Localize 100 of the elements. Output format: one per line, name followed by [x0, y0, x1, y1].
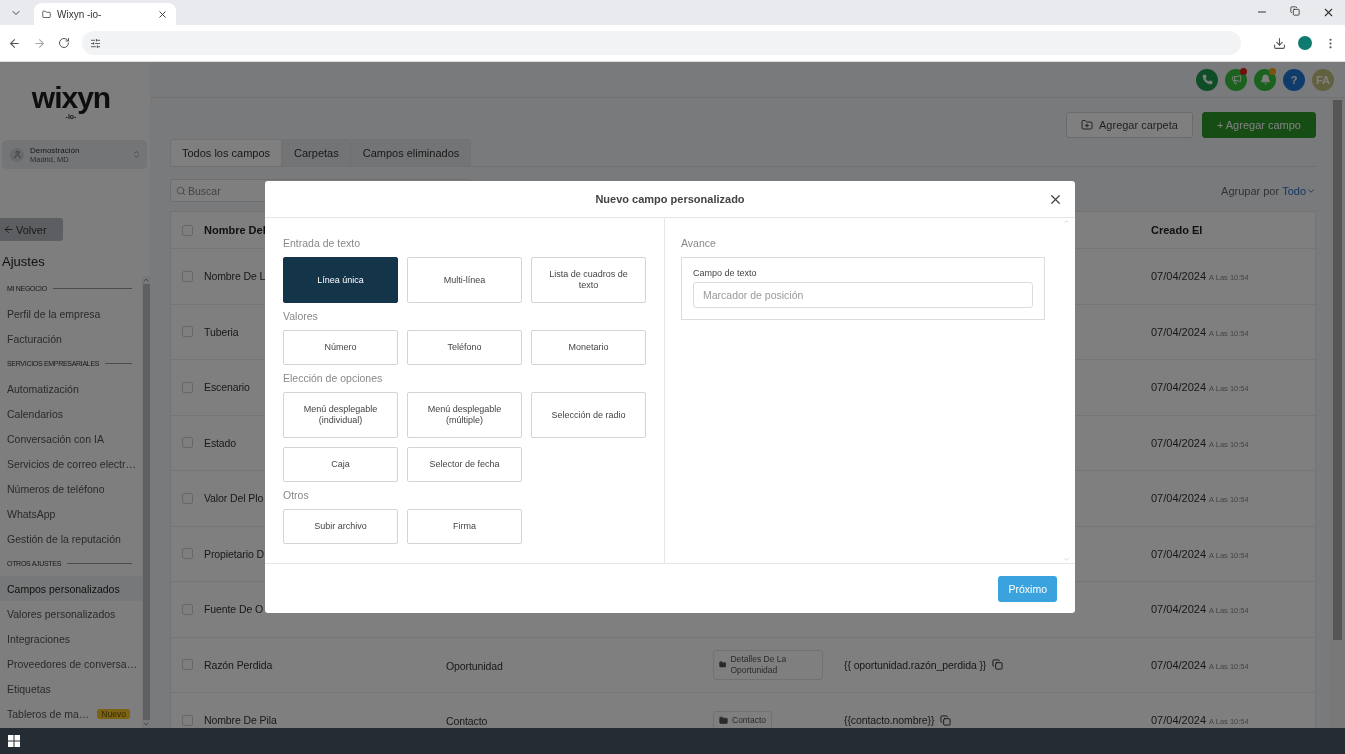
sidebar-item[interactable]: Perfil de la empresa: [0, 301, 142, 326]
table-cell: Razón Perdida: [204, 658, 273, 671]
next-button[interactable]: Próximo: [998, 575, 1057, 602]
date-text: 07/04/2024: [1151, 603, 1207, 616]
date-text: 07/04/2024: [1151, 436, 1207, 449]
scroll-down-icon[interactable]: [1063, 556, 1070, 563]
field-type-option[interactable]: Número: [283, 330, 398, 365]
sidebar-item[interactable]: Integraciones: [0, 626, 142, 651]
date-text: 07/04/2024: [1151, 270, 1207, 283]
bell-button[interactable]: [1254, 68, 1276, 91]
group-by-label: Agrupar por: [1221, 184, 1280, 197]
new-badge: Nuevo: [97, 708, 130, 719]
row-checkbox[interactable]: [182, 714, 193, 726]
search-icon: [176, 185, 186, 196]
copy-icon[interactable]: [940, 714, 952, 726]
folder-plus-icon: [1081, 119, 1093, 131]
sidebar-item[interactable]: Calendarios: [0, 401, 142, 426]
field-type-option[interactable]: Subir archivo: [283, 509, 398, 544]
field-type-option[interactable]: Selección de radio: [531, 392, 646, 438]
sidebar-item[interactable]: Gestión de la reputación: [0, 526, 142, 551]
modal-title: Nuevo campo personalizado: [595, 193, 745, 205]
row-checkbox[interactable]: [182, 659, 193, 671]
sidebar-item[interactable]: WhatsApp: [0, 501, 142, 526]
date-text: 07/04/2024: [1151, 714, 1207, 727]
field-type-option[interactable]: Caja: [283, 447, 398, 482]
download-icon[interactable]: [1273, 36, 1286, 50]
help-button[interactable]: ?: [1283, 68, 1305, 91]
forward-icon[interactable]: [33, 36, 46, 50]
sidebar-item[interactable]: Proveedores de conversa…: [0, 651, 142, 676]
field-type-option[interactable]: Lista de cuadros de texto: [531, 257, 646, 303]
sidebar-item[interactable]: Tableros de ma… Nuevo: [0, 701, 142, 726]
sidebar-scrollbar[interactable]: [142, 276, 150, 728]
tab[interactable]: Campos eliminados: [350, 139, 472, 166]
table-cell: Valor Del Plo: [204, 492, 264, 505]
sidebar-item[interactable]: Conversación con IA: [0, 426, 142, 451]
scroll-down-icon[interactable]: [142, 720, 150, 728]
row-checkbox[interactable]: [182, 492, 193, 504]
preview-input-field[interactable]: Marcador de posición: [693, 282, 1033, 308]
folder-icon: [719, 715, 728, 725]
field-type-option[interactable]: Multi-línea: [407, 257, 522, 303]
date-text: 07/04/2024: [1151, 547, 1207, 560]
section-heading: Elección de opciones: [283, 371, 384, 386]
phone-button[interactable]: [1196, 68, 1218, 91]
windows-logo-icon[interactable]: [8, 735, 20, 747]
date-text: 07/04/2024: [1151, 492, 1207, 505]
field-type-option[interactable]: Teléfono: [407, 330, 522, 365]
add-field-button[interactable]: + Agregar campo: [1201, 112, 1316, 138]
tab[interactable]: Todos los campos: [170, 139, 283, 166]
back-icon[interactable]: [8, 36, 21, 50]
date-text: 07/04/2024: [1151, 325, 1207, 338]
scroll-up-icon[interactable]: [142, 276, 150, 284]
table-cell: Contacto: [446, 715, 488, 728]
field-type-option[interactable]: Menú desplegable (múltiple): [407, 392, 522, 438]
row-checkbox[interactable]: [182, 603, 193, 615]
logo-name: wixyn: [31, 82, 111, 113]
scroll-up-icon[interactable]: [1063, 218, 1070, 225]
table-cell: Nombre De Pila: [204, 714, 277, 727]
person-icon: [10, 147, 24, 162]
table-cell: Oportunidad: [446, 659, 503, 672]
row-checkbox[interactable]: [182, 548, 193, 560]
row-checkbox[interactable]: [182, 381, 193, 393]
modal-scrollbar[interactable]: [1063, 218, 1070, 563]
restore-icon[interactable]: [1290, 6, 1300, 16]
sidebar-item[interactable]: Números de teléfono: [0, 476, 142, 501]
column-header[interactable]: Nombre Del: [204, 224, 266, 236]
tab[interactable]: Carpetas: [282, 139, 351, 166]
field-type-option[interactable]: Línea única: [283, 257, 398, 303]
notification-dot: [1269, 67, 1276, 75]
select-all-checkbox[interactable]: [182, 224, 193, 236]
sidebar-item[interactable]: Facturación: [0, 326, 142, 351]
reload-icon[interactable]: [58, 37, 70, 49]
date-text: 07/04/2024: [1151, 658, 1207, 671]
sidebar-item[interactable]: Automatización: [0, 376, 142, 401]
sidebar-item[interactable]: Servicios de correo electr…: [0, 451, 142, 476]
close-window-icon[interactable]: [1322, 6, 1335, 19]
row-checkbox[interactable]: [182, 270, 193, 282]
close-button[interactable]: [1048, 192, 1063, 207]
browser-tab[interactable]: Wixyn -io-: [34, 3, 176, 25]
field-type-option[interactable]: Selector de fecha: [407, 447, 522, 482]
table-cell: {{ oportunidad.razón_perdida }}: [844, 658, 987, 671]
field-type-option[interactable]: Firma: [407, 509, 522, 544]
date-text: 07/04/2024: [1151, 381, 1207, 394]
field-type-option[interactable]: Monetario: [531, 330, 646, 365]
back-button[interactable]: Volver: [0, 218, 63, 241]
notification-dot: [1240, 67, 1247, 75]
megaphone-button[interactable]: [1225, 68, 1247, 91]
add-folder-button[interactable]: Agregar carpeta: [1066, 112, 1193, 138]
site-settings-icon[interactable]: [90, 37, 101, 49]
field-type-option[interactable]: Menú desplegable (individual): [283, 392, 398, 438]
row-checkbox[interactable]: [182, 437, 193, 449]
sidebar-item[interactable]: Etiquetas: [0, 676, 142, 701]
row-checkbox[interactable]: [182, 326, 193, 338]
megaphone-icon: [1230, 74, 1242, 85]
close-tab-icon[interactable]: [157, 8, 168, 20]
column-header[interactable]: Creado El: [1151, 224, 1203, 236]
copy-icon[interactable]: [992, 659, 1004, 671]
group-by-dropdown[interactable]: Todo: [1282, 184, 1316, 197]
sidebar-item[interactable]: Campos personalizados: [0, 576, 142, 601]
sidebar-item[interactable]: Valores personalizados: [0, 601, 142, 626]
profile-avatar[interactable]: [1298, 36, 1312, 50]
